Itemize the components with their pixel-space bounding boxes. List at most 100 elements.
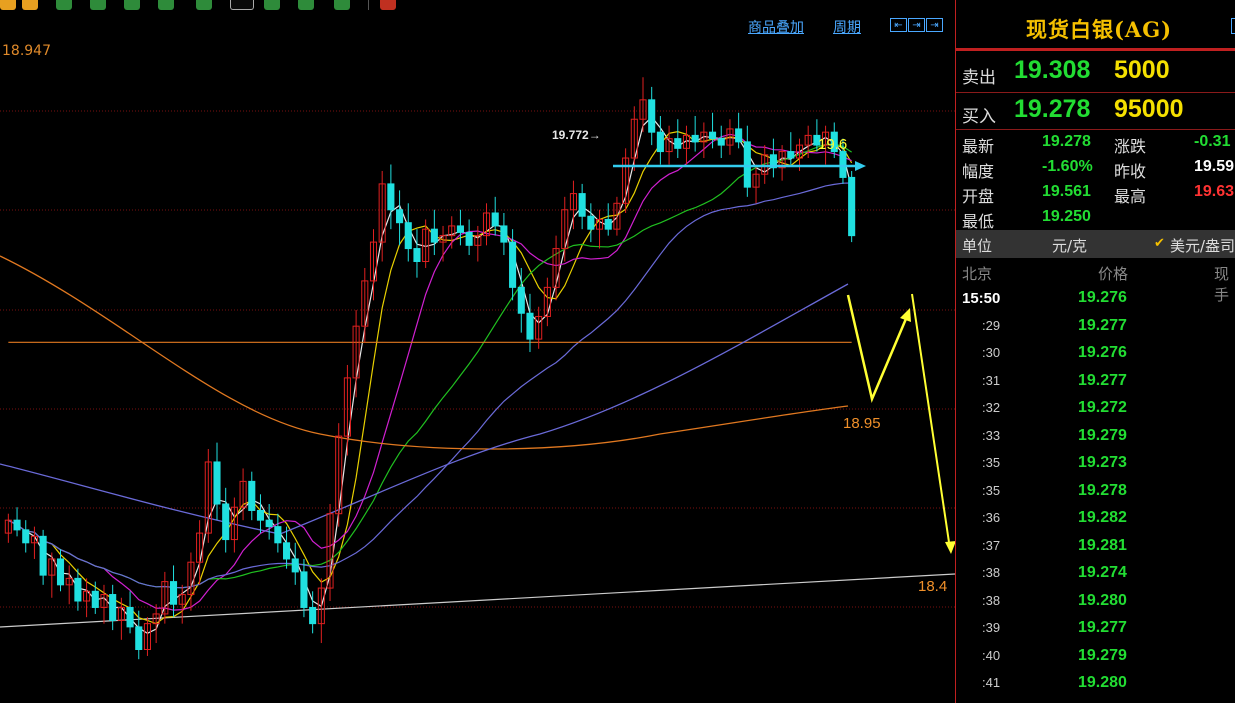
tick-time: :38	[982, 565, 1001, 580]
tb-btn-12[interactable]	[380, 0, 396, 10]
tick-time: :33	[982, 427, 1001, 443]
stat-label: 幅度	[962, 162, 995, 181]
nav-end-icon[interactable]: ⇥	[926, 18, 943, 32]
candle-body	[283, 542, 291, 560]
tick-time: :32	[982, 400, 1001, 415]
candle-body	[39, 535, 47, 576]
candle-body	[126, 606, 134, 628]
candle-body	[387, 183, 395, 211]
tick-time: :41	[982, 675, 1001, 690]
tb-btn-10[interactable]	[298, 0, 314, 10]
candlestick-chart[interactable]: 19.772→ 19.6 18.95 18.4	[0, 14, 955, 703]
unit-alt[interactable]: 美元/盎司	[1170, 235, 1235, 256]
candle-body	[587, 215, 595, 230]
ma-line-ma10	[8, 131, 853, 625]
candle-body	[709, 131, 717, 140]
tick-time: :30	[982, 345, 1001, 360]
tb-btn-11[interactable]	[334, 0, 350, 10]
ticks-header-time: 北京	[962, 265, 993, 283]
instrument-title: 现货白银(AG)	[1026, 17, 1173, 42]
tb-btn-6[interactable]	[158, 0, 174, 10]
tick-price: 19.272	[1078, 399, 1127, 416]
tick-price: 19.274	[1078, 564, 1127, 581]
candle-body	[265, 519, 273, 528]
candle-body	[578, 193, 586, 217]
candle-body	[169, 581, 178, 605]
tick-price: 19.282	[1078, 509, 1127, 526]
tick-row: :38 19.274	[956, 560, 1235, 587]
candle-body	[248, 480, 256, 511]
candle-body	[465, 231, 473, 246]
tick-price: 19.277	[1078, 619, 1127, 636]
tick-row: :29 19.277	[956, 313, 1235, 340]
sell-label: 卖出	[962, 68, 996, 88]
ticks-header-price: 价格	[1098, 265, 1129, 283]
period-menu[interactable]: 周期	[833, 17, 861, 37]
toolbar	[0, 0, 955, 14]
candle-body	[309, 606, 317, 625]
candle-body	[213, 461, 221, 505]
candle-body	[430, 228, 438, 243]
candle-body	[74, 577, 82, 602]
tick-row: :36 19.282	[956, 505, 1235, 532]
tick-time: :35	[982, 482, 1001, 498]
tick-row: :35 19.273	[956, 450, 1235, 477]
ma-line-ma5	[8, 116, 853, 635]
stat-value: 19.250	[1042, 208, 1091, 225]
tick-price: 19.276	[1078, 289, 1127, 306]
tb-btn-2[interactable]	[22, 0, 38, 10]
candle-body	[735, 128, 743, 143]
candle-body	[13, 519, 21, 531]
tb-btn-5[interactable]	[124, 0, 140, 10]
high-marker-label: 19.772→	[552, 128, 601, 142]
tick-time: :39	[982, 620, 1001, 635]
tick-time: :29	[982, 317, 1001, 333]
tb-btn-1[interactable]	[0, 0, 16, 10]
tb-btn-9[interactable]	[264, 0, 280, 10]
tb-btn-4[interactable]	[90, 0, 106, 10]
candle-body	[526, 312, 534, 340]
nav-right-icon[interactable]: ⇥	[908, 18, 925, 32]
target-label-1: 18.95	[843, 415, 881, 432]
target-label-2: 18.4	[918, 578, 947, 595]
candle-body	[648, 99, 656, 133]
tb-btn-8[interactable]	[230, 0, 254, 10]
candle-body	[656, 131, 664, 153]
candle-body	[300, 571, 308, 608]
tick-price: 19.280	[1078, 591, 1127, 609]
tick-time: :36	[982, 510, 1001, 525]
stat-label: 昨收	[1114, 162, 1147, 181]
stat-value: -1.60%	[1042, 158, 1093, 175]
ma-line-ma60	[8, 182, 852, 589]
candle-body	[396, 209, 404, 224]
candle-body	[717, 138, 725, 146]
resistance-label: 19.6	[818, 136, 847, 153]
projection-down-line	[911, 293, 951, 550]
buy-quote: 买入 19.278 95000	[956, 92, 1235, 130]
chart-area[interactable]: 19.772→ 19.6 18.95 18.4	[0, 14, 955, 703]
ticks-header: 北京 价格 现手	[956, 260, 1235, 304]
quote-sidebar: 现货白银(AG) 卖出 19.308 5000 买入 19.278 95000 …	[955, 0, 1235, 703]
tick-price: 19.276	[1078, 344, 1127, 361]
nav-arrows: ⇤ ⇥ ⇥	[890, 18, 943, 32]
ma-long-curve	[0, 255, 849, 450]
nav-left-icon[interactable]: ⇤	[890, 18, 907, 32]
tick-price: 19.277	[1078, 316, 1127, 334]
candle-body	[491, 212, 499, 227]
toolbar-separator	[368, 0, 369, 10]
tick-price: 19.273	[1078, 454, 1127, 471]
tick-row: 15:50 19.276	[956, 285, 1235, 312]
corner-icon[interactable]	[1231, 18, 1235, 34]
overlay-menu[interactable]: 商品叠加	[748, 17, 804, 37]
stat-value: 19.63	[1194, 183, 1235, 200]
stat-value: 19.561	[1042, 183, 1091, 200]
sidebar-header: 现货白银(AG)	[956, 0, 1235, 48]
stat-label: 最新	[962, 137, 995, 156]
projection-down-arrowhead	[945, 541, 955, 554]
candle-body	[848, 176, 856, 237]
sell-quote: 卖出 19.308 5000	[956, 53, 1235, 91]
unit-value[interactable]: 元/克	[1052, 235, 1087, 256]
tb-btn-3[interactable]	[56, 0, 72, 10]
stat-label: 最高	[1114, 187, 1147, 206]
tb-btn-7[interactable]	[196, 0, 212, 10]
